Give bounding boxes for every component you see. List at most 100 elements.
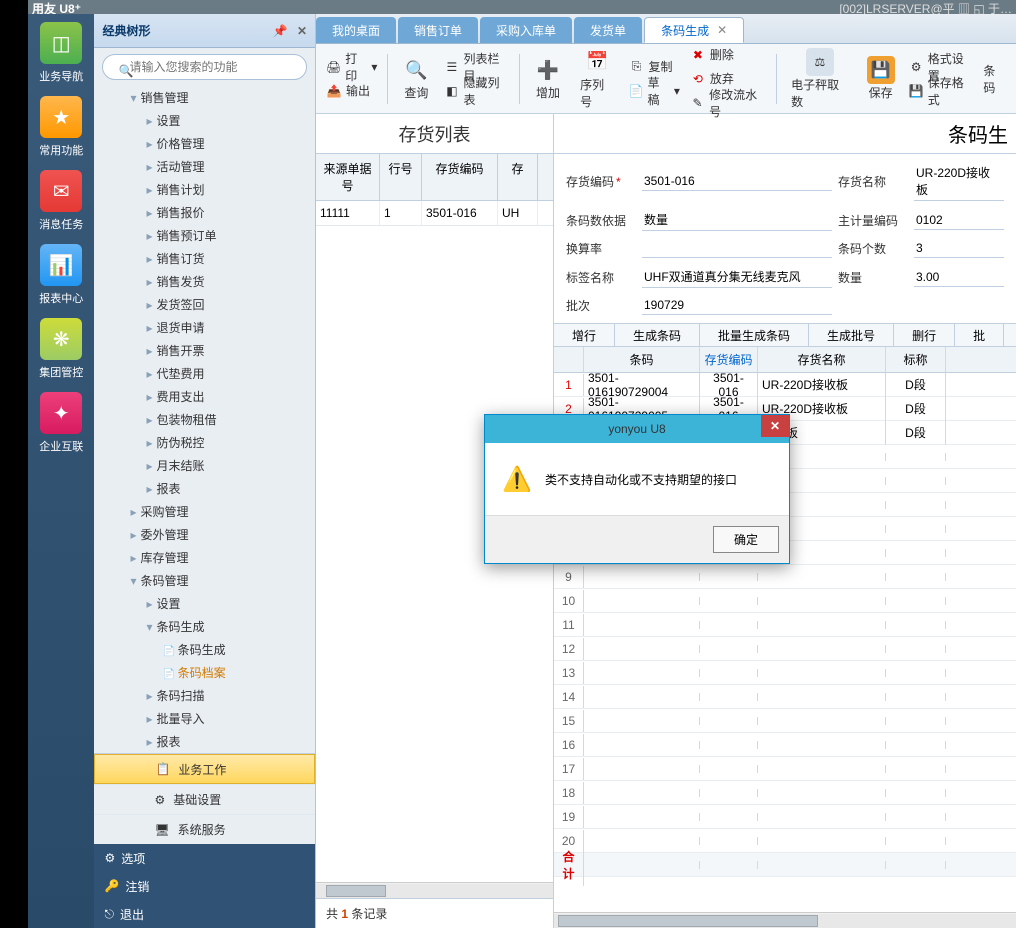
inv-col-header[interactable]: 来源单据号: [316, 154, 380, 200]
val-count[interactable]: 3: [914, 239, 1004, 258]
bottom-action[interactable]: ⚙选项: [94, 844, 315, 872]
close-icon[interactable]: ✕: [297, 24, 307, 38]
seq-button[interactable]: 📅序列号: [572, 44, 622, 114]
inv-hscroll[interactable]: [316, 882, 553, 898]
tree-node[interactable]: ▸价格管理: [106, 132, 311, 155]
inv-row[interactable]: 1111113501-016UH: [316, 201, 553, 226]
escale-button[interactable]: ⚖电子秤取数: [783, 44, 856, 114]
tree-node[interactable]: ▸防伪税控: [106, 431, 311, 454]
tree-node[interactable]: ▸销售订货: [106, 247, 311, 270]
print-button[interactable]: 🖨打印 ▾: [322, 56, 381, 78]
grid-row[interactable]: 20: [554, 829, 1016, 853]
tree-node[interactable]: ▸退货申请: [106, 316, 311, 339]
grid-tool-button[interactable]: 增行: [554, 324, 615, 346]
draft-button[interactable]: 📄草稿 ▾: [625, 80, 684, 102]
bottom-action[interactable]: ⎋退出: [94, 900, 315, 928]
grid-row[interactable]: 16: [554, 733, 1016, 757]
add-button[interactable]: ➕增加: [526, 52, 570, 105]
tree-node[interactable]: 条码档案: [106, 661, 311, 684]
bottom-action[interactable]: 🔑注销: [94, 872, 315, 900]
grid-row[interactable]: 10: [554, 589, 1016, 613]
inv-col-header[interactable]: 存: [498, 154, 538, 200]
tab[interactable]: 采购入库单: [480, 17, 572, 43]
tree-node[interactable]: ▸设置: [106, 592, 311, 615]
tree-node[interactable]: ▸费用支出: [106, 385, 311, 408]
tree-node[interactable]: ▸销售开票: [106, 339, 311, 362]
grid-row[interactable]: 18: [554, 781, 1016, 805]
grid-row[interactable]: 9: [554, 565, 1016, 589]
detail-hscroll[interactable]: [554, 912, 1016, 928]
tree-node[interactable]: 条码生成: [106, 638, 311, 661]
inv-col-header[interactable]: 存货编码: [422, 154, 498, 200]
grid-row[interactable]: 19: [554, 805, 1016, 829]
grid-row[interactable]: 14: [554, 685, 1016, 709]
val-rate[interactable]: [642, 240, 832, 258]
tree-node[interactable]: ▸活动管理: [106, 155, 311, 178]
tree-node[interactable]: ▾条码生成: [106, 615, 311, 638]
tree-footer-item[interactable]: 📋业务工作: [94, 754, 315, 784]
tree-node[interactable]: ▸月末结账: [106, 454, 311, 477]
rail-item[interactable]: ◫ 业务导航: [31, 20, 91, 90]
val-basis[interactable]: 数量: [642, 209, 832, 231]
tree-node[interactable]: ▸采购管理: [106, 500, 311, 523]
tab[interactable]: 我的桌面: [316, 17, 396, 43]
tree-node[interactable]: ▸报表: [106, 730, 311, 753]
barset-button[interactable]: 条码: [979, 68, 1010, 90]
tab[interactable]: 销售订单: [398, 17, 478, 43]
grid-row[interactable]: 15: [554, 709, 1016, 733]
tree-node[interactable]: ▸代垫费用: [106, 362, 311, 385]
dialog-ok-button[interactable]: 确定: [713, 526, 779, 553]
rail-item[interactable]: ❋ 集团管控: [31, 316, 91, 386]
pin-icon[interactable]: 📌: [273, 24, 288, 38]
tab-close-icon[interactable]: ✕: [717, 23, 727, 37]
tree-node[interactable]: ▸批量导入: [106, 707, 311, 730]
tree-node[interactable]: ▸库存管理: [106, 546, 311, 569]
val-invcode[interactable]: 3501-016: [642, 172, 832, 191]
rail-item[interactable]: ✦ 企业互联: [31, 390, 91, 460]
tab[interactable]: 条码生成✕: [644, 17, 744, 43]
tree-node[interactable]: ▾销售管理: [106, 86, 311, 109]
savefmt-button[interactable]: 💾保存格式: [905, 80, 978, 102]
grid-col-header[interactable]: [554, 347, 584, 372]
tree-node[interactable]: ▸条码扫描: [106, 684, 311, 707]
tree-node[interactable]: ▸报表: [106, 477, 311, 500]
rail-item[interactable]: ✉ 消息任务: [31, 168, 91, 238]
grid-tool-button[interactable]: 生成批号: [809, 324, 894, 346]
tree-node[interactable]: ▸发货签回: [106, 293, 311, 316]
tab[interactable]: 发货单: [574, 17, 642, 43]
val-tagname[interactable]: UHF双通道真分集无线麦克风: [642, 266, 832, 288]
hidecol-button[interactable]: ◧隐藏列表: [440, 80, 513, 102]
grid-row[interactable]: 11: [554, 613, 1016, 637]
tree-node[interactable]: ▸销售发货: [106, 270, 311, 293]
save-button[interactable]: 💾保存: [859, 52, 903, 105]
val-qty[interactable]: 3.00: [914, 268, 1004, 287]
delete-button[interactable]: ✖删除: [686, 44, 770, 66]
tree-footer-item[interactable]: ⚙基础设置: [94, 784, 315, 814]
grid-tool-button[interactable]: 批: [955, 324, 1004, 346]
val-batch[interactable]: 190729: [642, 296, 832, 315]
grid-tool-button[interactable]: 生成条码: [615, 324, 700, 346]
tree-node[interactable]: ▸销售预订单: [106, 224, 311, 247]
tree-node[interactable]: ▸销售报价: [106, 201, 311, 224]
grid-row[interactable]: 13: [554, 661, 1016, 685]
dialog-close-button[interactable]: ✕: [761, 415, 789, 437]
grid-row[interactable]: 12: [554, 637, 1016, 661]
tree-node[interactable]: ▸包装物租借: [106, 408, 311, 431]
tree-node[interactable]: ▾条码管理: [106, 569, 311, 592]
rail-item[interactable]: ★ 常用功能: [31, 94, 91, 164]
grid-row[interactable]: 17: [554, 757, 1016, 781]
grid-col-header[interactable]: 存货编码: [700, 347, 758, 372]
modserial-button[interactable]: ✎修改流水号: [686, 92, 770, 114]
query-button[interactable]: 🔍查询: [394, 52, 438, 105]
tree-node[interactable]: ▸设置: [106, 109, 311, 132]
grid-col-header[interactable]: 存货名称: [758, 347, 886, 372]
grid-tool-button[interactable]: 删行: [894, 324, 955, 346]
tree-node[interactable]: ▸委外管理: [106, 523, 311, 546]
grid-tool-button[interactable]: 批量生成条码: [700, 324, 809, 346]
grid-col-header[interactable]: 条码: [584, 347, 700, 372]
inv-col-header[interactable]: 行号: [380, 154, 422, 200]
grid-col-header[interactable]: 标称: [886, 347, 946, 372]
rail-item[interactable]: 📊 报表中心: [31, 242, 91, 312]
tree-footer-item[interactable]: 🖥系统服务: [94, 814, 315, 844]
output-button[interactable]: 📤输出: [322, 80, 381, 102]
